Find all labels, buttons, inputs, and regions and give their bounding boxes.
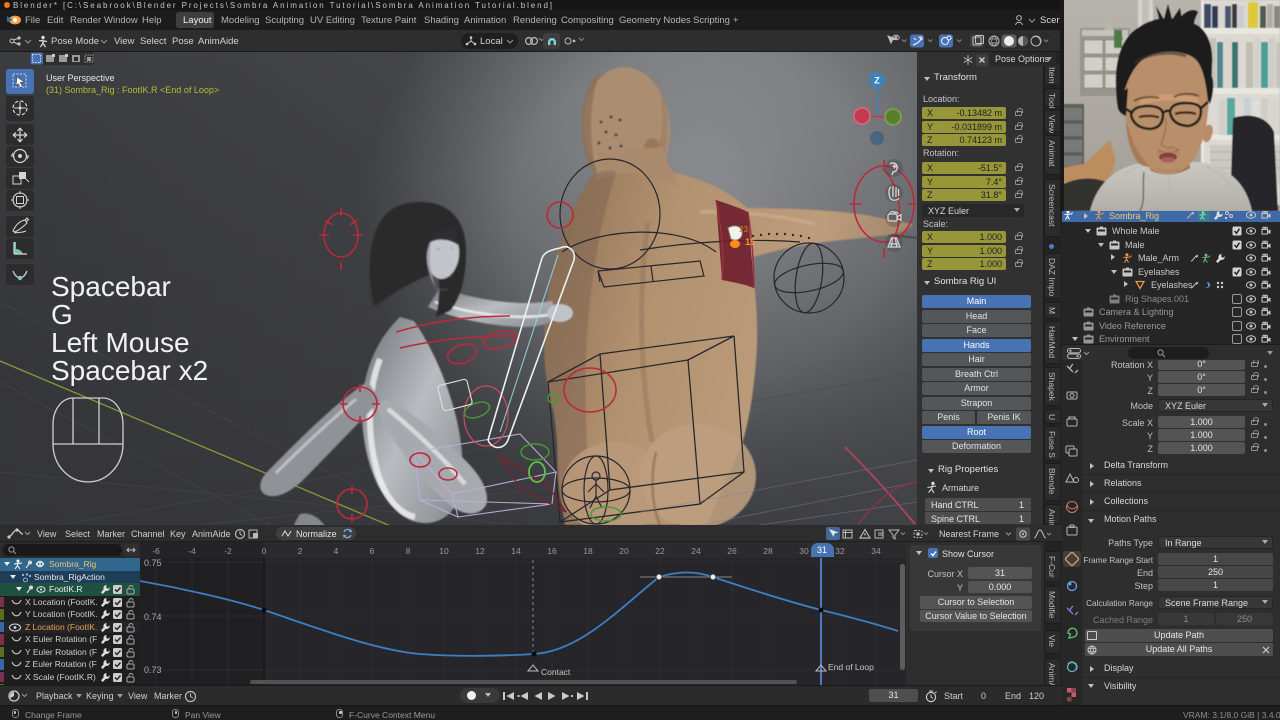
svg-text:15: 15 — [745, 237, 756, 248]
svg-text:0.74: 0.74 — [144, 612, 162, 622]
svg-text:0.75: 0.75 — [144, 558, 162, 568]
svg-text:Nearest Frame: Nearest Frame — [939, 529, 999, 539]
svg-text:Z: Z — [874, 76, 880, 86]
svg-text:0.73: 0.73 — [144, 665, 162, 675]
svg-text:Left Mouse: Left Mouse — [51, 327, 190, 358]
svg-text:G: G — [51, 299, 73, 330]
svg-text:Spacebar: Spacebar — [51, 271, 171, 302]
svg-text:End of Loop: End of Loop — [828, 662, 874, 672]
svg-text:Spacebar x2: Spacebar x2 — [51, 355, 208, 386]
svg-text:Contact: Contact — [541, 667, 571, 677]
svg-text:23: 23 — [739, 225, 748, 234]
